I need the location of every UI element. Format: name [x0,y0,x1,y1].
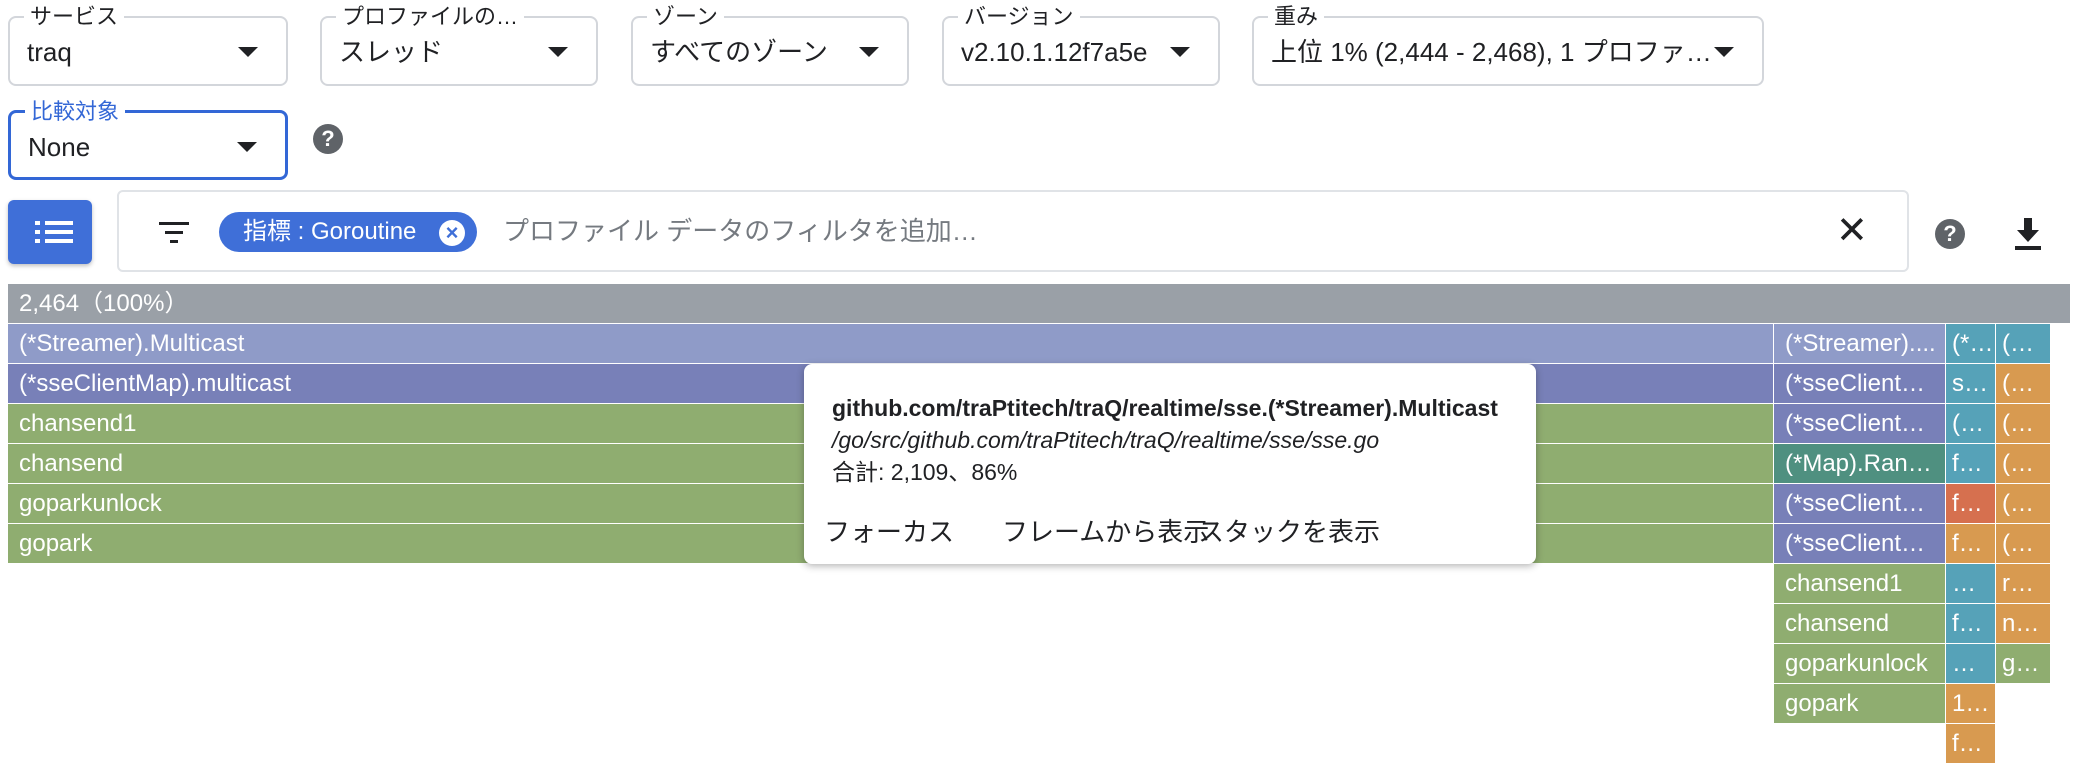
dropdown-arrow-icon [1170,47,1190,57]
tooltip-total: 合計: 2,109、86% [832,459,1018,485]
flame-frame[interactable]: (*sseClient… [1774,484,1946,523]
flame-frame[interactable]: (… [1946,404,1996,443]
weight-select-label: 重み [1268,3,1325,31]
version-select[interactable]: バージョン v2.10.1.12f7a5e [942,3,1220,86]
flame-frame[interactable]: (*sseClient… [1774,524,1946,563]
flame-frame[interactable]: gopark [1774,684,1946,723]
metric-filter-chip-label: 指標 : Goroutine [243,218,417,245]
flame-frame[interactable]: g… [1996,644,2051,683]
frame-tooltip: github.com/traPtitech/traQ/realtime/sse.… [804,364,1536,564]
flame-frame[interactable]: … [1946,564,1996,603]
filter-input[interactable] [501,210,1805,252]
dropdown-arrow-icon [238,47,258,57]
metric-filter-chip[interactable]: 指標 : Goroutine × [219,212,477,252]
zone-select-label: ゾーン [647,3,724,31]
chip-remove-icon[interactable]: × [439,220,465,246]
service-select-label: サービス [24,3,125,31]
flame-frame[interactable]: (*sseClient… [1774,364,1946,403]
flame-frame[interactable]: r… [1996,564,2051,603]
flame-frame[interactable]: (*Streamer).Multicast [8,324,1774,363]
flame-frame[interactable]: (*Map).Ran… [1774,444,1946,483]
flame-frame[interactable]: (… [1996,404,2051,443]
zone-select-value: すべてのゾーン [650,37,828,67]
flame-frame[interactable]: (*Streamer).... [1774,324,1946,363]
flame-root-frame[interactable]: 2,464（100%） [8,284,2071,323]
flame-frame[interactable]: f… [1946,604,1996,643]
compare-to-select-label: 比較対象 [25,98,126,126]
flame-frame[interactable]: 1… [1946,684,1996,723]
clear-filter-icon[interactable]: ✕ [1836,206,1868,256]
flame-frame[interactable]: (*sseClient… [1774,404,1946,443]
compare-to-select-value: None [28,132,91,162]
service-select-value: traq [27,37,72,67]
dropdown-arrow-icon [548,47,568,57]
flame-frame[interactable]: (… [1996,324,2051,363]
dropdown-arrow-icon [237,142,257,152]
tooltip-focus-button[interactable]: フォーカス [824,516,954,548]
flame-frame[interactable]: (*… [1946,324,1996,363]
flame-frame[interactable]: (… [1996,444,2051,483]
flame-frame[interactable]: chansend1 [1774,564,1946,603]
download-icon[interactable] [2013,216,2043,252]
dropdown-arrow-icon [859,47,879,57]
tooltip-show-stack-button[interactable]: スタックを表示 [1198,516,1380,548]
dropdown-arrow-icon [1714,47,1734,57]
profile-type-select[interactable]: プロファイルの… スレッド [320,3,598,86]
flame-frame[interactable]: f… [1946,484,1996,523]
compare-to-select[interactable]: 比較対象 None [8,98,288,180]
profile-type-select-value: スレッド [339,37,444,67]
filter-bar: 指標 : Goroutine × ✕ [117,190,1909,272]
help-icon[interactable]: ? [1935,219,1965,249]
tooltip-file-path: /go/src/github.com/traPtitech/traQ/realt… [832,427,1380,453]
flame-frame[interactable]: f… [1946,524,1996,563]
tooltip-function-name: github.com/traPtitech/traQ/realtime/sse.… [832,395,1498,421]
filter-icon [159,222,189,246]
flame-frame[interactable]: f… [1946,444,1996,483]
zone-select[interactable]: ゾーン すべてのゾーン [631,3,909,86]
flame-frame[interactable]: (… [1996,524,2051,563]
flame-frame[interactable]: f… [1946,724,1996,763]
tooltip-show-from-frame-button[interactable]: フレームから表示 [1002,516,1209,548]
view-list-button[interactable] [8,200,92,264]
help-icon[interactable]: ? [313,124,343,154]
flame-frame[interactable]: (… [1996,364,2051,403]
version-select-label: バージョン [958,3,1080,31]
profile-type-select-label: プロファイルの… [336,3,525,31]
flame-frame[interactable]: goparkunlock [1774,644,1946,683]
weight-select-value: 上位 1% (2,444 - 2,468), 1 プロファ… [1271,37,1712,67]
version-select-value: v2.10.1.12f7a5e [961,37,1148,67]
service-select[interactable]: サービス traq [8,3,288,86]
weight-select[interactable]: 重み 上位 1% (2,444 - 2,468), 1 プロファ… [1252,3,1764,86]
flame-frame[interactable]: s… [1946,364,1996,403]
flame-frame[interactable]: (… [1996,484,2051,523]
flame-frame[interactable]: chansend [1774,604,1946,643]
flame-frame[interactable]: … [1946,644,1996,683]
flame-frame[interactable]: n… [1996,604,2051,643]
